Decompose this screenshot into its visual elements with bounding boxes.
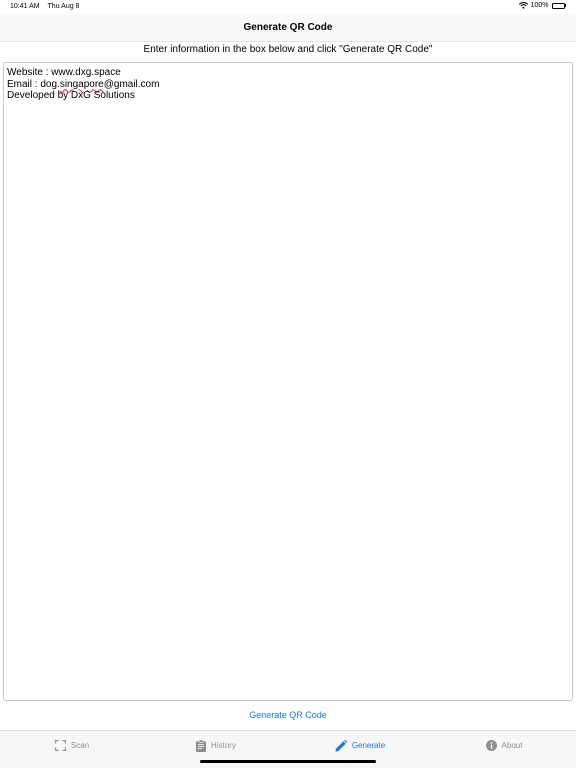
tab-scan[interactable]: Scan xyxy=(0,731,144,768)
text-line-developer: Developed by DxG Solutions xyxy=(7,90,135,101)
tab-generate-label: Generate xyxy=(351,741,386,750)
text-line-website: Website : www.dxg.space xyxy=(7,67,121,78)
status-bar: 10:41 AM Thu Aug 8 100% xyxy=(0,0,576,14)
screen: 10:41 AM Thu Aug 8 100% Generate QR Code… xyxy=(0,0,576,768)
tab-scan-label: Scan xyxy=(70,741,90,750)
status-time-date: 10:41 AM Thu Aug 8 xyxy=(10,3,79,10)
info-icon xyxy=(485,740,497,751)
misspelled-word: singapore xyxy=(59,78,104,90)
status-indicators: 100% xyxy=(518,2,566,9)
tab-about-label: About xyxy=(501,741,523,750)
status-time: 10:41 AM xyxy=(10,3,40,10)
generate-qr-button[interactable]: Generate QR Code xyxy=(0,710,576,720)
status-date: Thu Aug 8 xyxy=(47,3,80,10)
email-prefix: Email : dog. xyxy=(7,78,60,90)
text-line-email: Email : dog.singapore@gmail.com xyxy=(7,79,569,91)
battery-icon xyxy=(551,2,566,9)
home-indicator xyxy=(200,760,376,763)
instruction-text: Enter information in the box below and c… xyxy=(143,44,433,55)
clipboard-icon xyxy=(196,739,207,752)
scan-frame-icon xyxy=(54,740,66,751)
tab-history-label: History xyxy=(211,741,236,750)
page-title: Generate QR Code xyxy=(243,22,333,33)
battery-percent: 100% xyxy=(530,2,549,9)
tab-about[interactable]: About xyxy=(432,731,576,768)
qr-content-textarea[interactable]: Website : www.dxg.space Email : dog.sing… xyxy=(3,62,573,701)
email-suffix: @gmail.com xyxy=(103,78,160,90)
wifi-icon xyxy=(518,2,528,9)
pencil-icon xyxy=(335,739,347,752)
navigation-bar: Generate QR Code xyxy=(0,14,576,42)
